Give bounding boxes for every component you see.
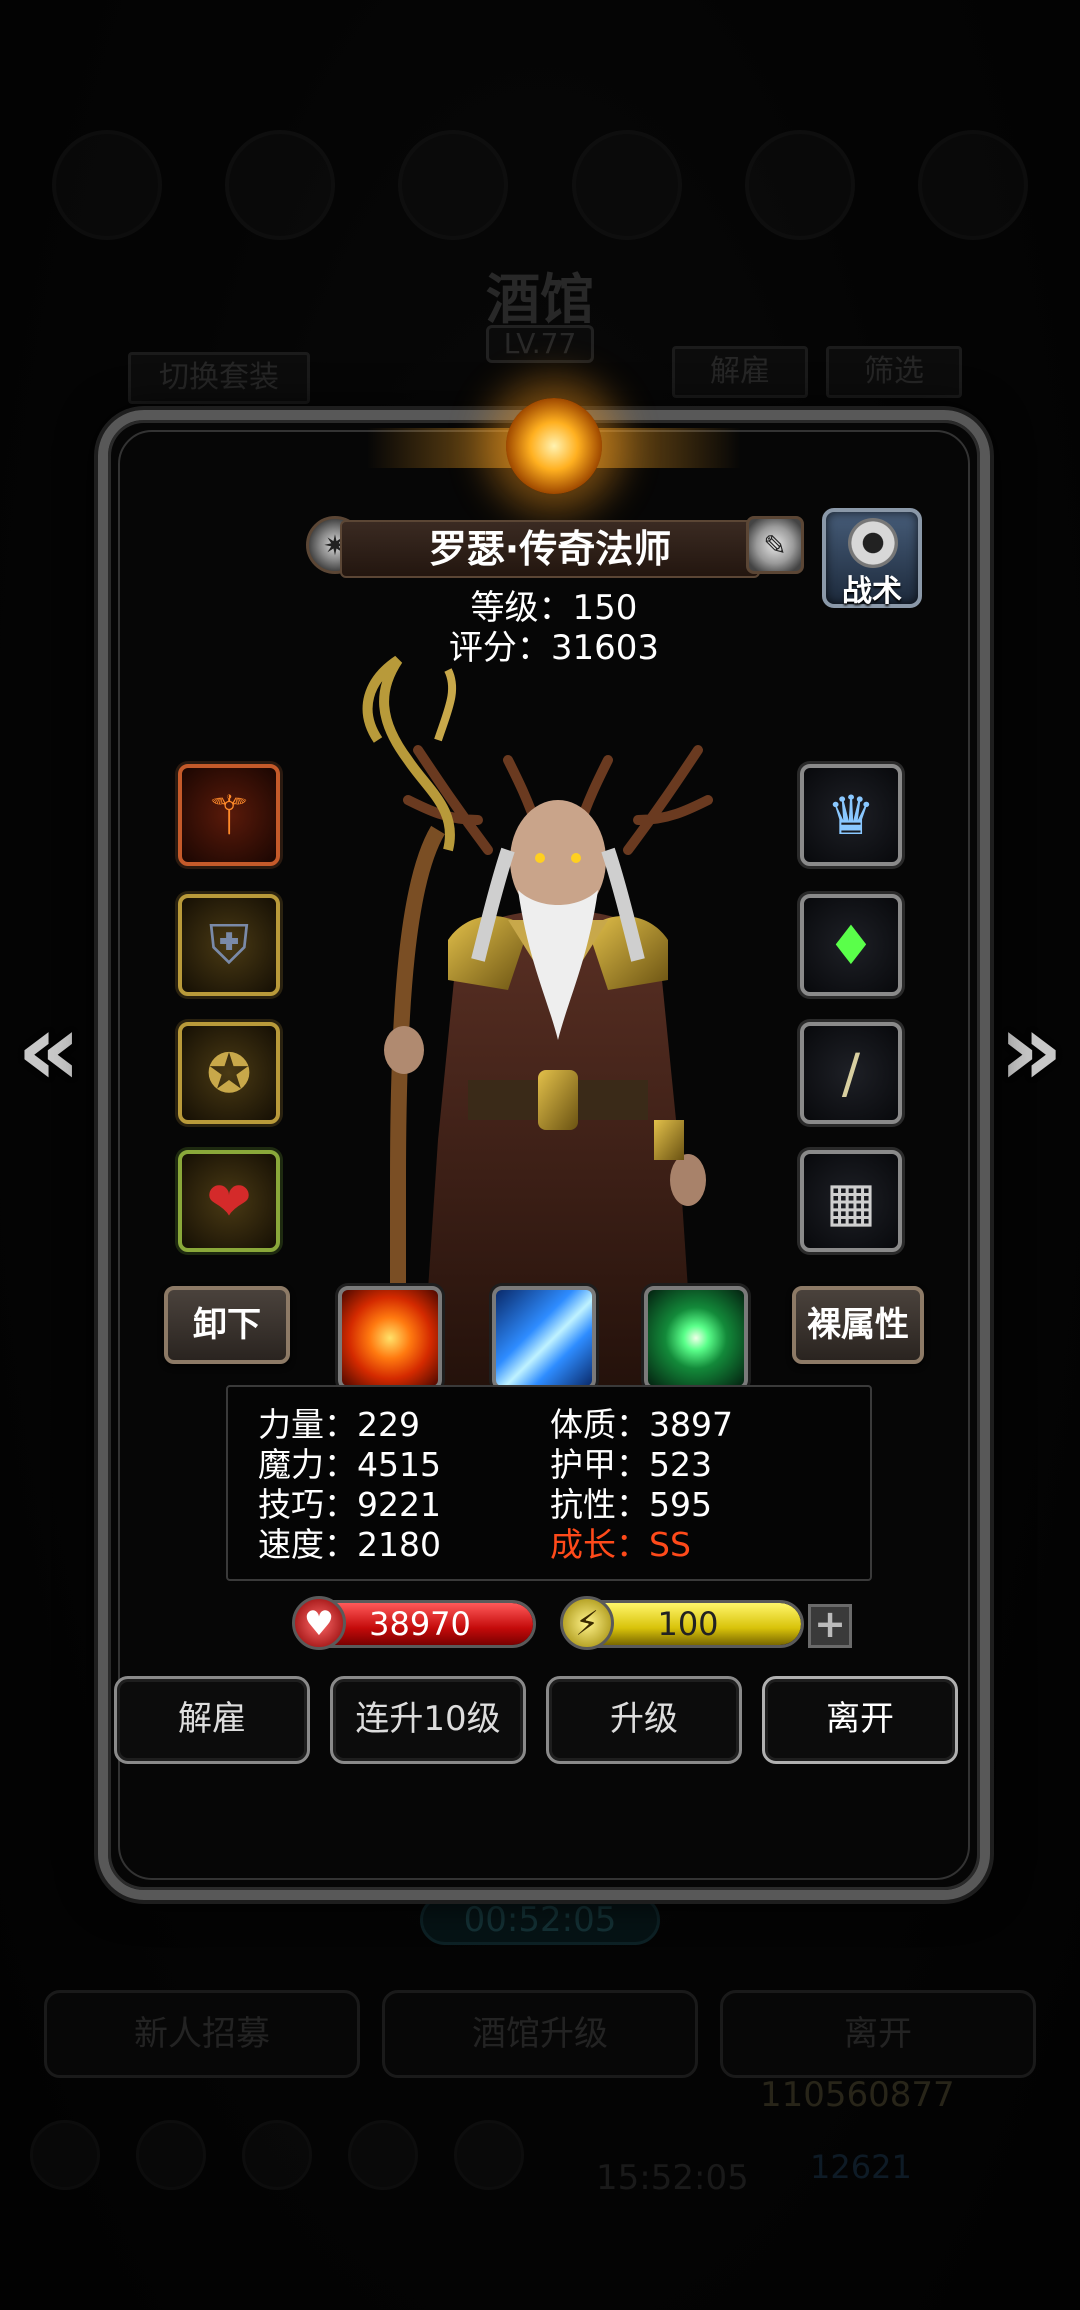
leave-button[interactable]: 离开 xyxy=(762,1676,958,1764)
stat-magic: 魔力：4515 xyxy=(258,1445,441,1484)
stat-constitution: 体质：3897 xyxy=(550,1405,733,1444)
bg-upgrade-tavern-button: 酒馆升级 xyxy=(382,1990,698,2078)
heart-pendant-icon: ❤ xyxy=(206,1169,252,1233)
bg-recruit-button: 新人招募 xyxy=(44,1990,360,2078)
stats-column-right: 体质：3897 护甲：523 抗性：595 成长：SS xyxy=(550,1405,733,1565)
bone-icon: ∕ xyxy=(841,1041,861,1105)
background-top-icons xyxy=(40,130,1040,250)
equip-slot-chainmail[interactable]: ▦ xyxy=(800,1150,902,1252)
equip-slot-bone[interactable]: ∕ xyxy=(800,1022,902,1124)
equip-slot-necklace[interactable]: ❤ xyxy=(178,1150,280,1252)
hero-score: 评分：31603 xyxy=(448,628,660,668)
fire-skill-icon[interactable] xyxy=(338,1286,442,1390)
fire-staff-icon: ⚚ xyxy=(204,783,254,847)
bg-icon xyxy=(348,2120,418,2190)
bg-icon xyxy=(918,130,1029,240)
bg-timer: 00:52:05 xyxy=(420,1895,660,1945)
amulet-icon: ✪ xyxy=(206,1041,252,1105)
bg-icon xyxy=(224,130,335,240)
level-up-10-button[interactable]: 连升10级 xyxy=(330,1676,526,1764)
bg-leave-button: 离开 xyxy=(720,1990,1036,2078)
stat-strength: 力量：229 xyxy=(258,1405,420,1444)
rename-icon[interactable]: ✎ xyxy=(746,516,804,574)
bg-icon xyxy=(242,2120,312,2190)
tavern-level: LV.77 xyxy=(486,325,594,363)
equip-slot-gem[interactable]: ♦ xyxy=(800,894,902,996)
bg-clock: 15:52:05 xyxy=(596,2158,749,2198)
naked-attributes-button[interactable]: 裸属性 xyxy=(792,1286,924,1364)
crest-emblem-icon xyxy=(506,398,602,494)
bg-filter-button: 筛选 xyxy=(826,346,962,398)
equip-slot-amulet[interactable]: ✪ xyxy=(178,1022,280,1124)
bg-icon xyxy=(454,2120,524,2190)
bg-bottom-icons xyxy=(30,2120,524,2190)
stats-panel: 力量：229 魔力：4515 技巧：9221 速度：2180 体质：3897 护… xyxy=(226,1385,872,1581)
stat-resistance: 抗性：595 xyxy=(550,1485,712,1524)
green-crystal-icon: ♦ xyxy=(826,913,876,977)
equip-slot-helm[interactable]: ♛ xyxy=(800,764,902,866)
bg-gem-amount: 12621 xyxy=(810,2148,912,2186)
level-up-button[interactable]: 升级 xyxy=(546,1676,742,1764)
heart-icon: ♥ xyxy=(292,1596,346,1650)
tactics-button[interactable]: 战术 xyxy=(822,508,922,609)
previous-hero-arrow[interactable]: « xyxy=(14,1000,84,1100)
gear-icon xyxy=(848,518,898,568)
add-energy-button[interactable]: + xyxy=(808,1604,852,1648)
bg-gold-amount: 110560877 xyxy=(760,2075,955,2115)
equip-slot-armor[interactable]: ⛨ xyxy=(178,894,280,996)
crown-icon: ♛ xyxy=(826,783,876,847)
bg-icon xyxy=(571,130,682,240)
chainmail-icon: ▦ xyxy=(825,1169,877,1233)
bg-icon xyxy=(30,2120,100,2190)
bg-icon xyxy=(51,130,162,240)
equip-slot-weapon[interactable]: ⚚ xyxy=(178,764,280,866)
ice-skill-icon[interactable] xyxy=(492,1286,596,1390)
bg-icon xyxy=(136,2120,206,2190)
armor-icon: ⛨ xyxy=(208,913,250,976)
dismiss-button[interactable]: 解雇 xyxy=(114,1676,310,1764)
lightning-icon: ⚡ xyxy=(560,1596,614,1650)
hero-detail-dialog: ✷ 罗瑟·传奇法师 ✎ 等级：150 评分：31603 战术 ⚚ ⛨ ✪ ❤ ♛… xyxy=(98,398,990,1900)
stat-armor: 护甲：523 xyxy=(550,1445,712,1484)
stat-skill: 技巧：9221 xyxy=(258,1485,441,1524)
switch-set-button: 切换套装 xyxy=(128,352,310,404)
hero-name: 罗瑟·传奇法师 xyxy=(340,520,760,578)
stat-growth: 成长：SS xyxy=(550,1525,691,1564)
stat-speed: 速度：2180 xyxy=(258,1525,441,1564)
next-hero-arrow[interactable]: » xyxy=(996,1000,1066,1100)
tavern-title: 酒馆 xyxy=(486,267,594,331)
nature-skill-icon[interactable] xyxy=(644,1286,748,1390)
bg-icon xyxy=(398,130,509,240)
tactics-label: 战术 xyxy=(842,574,902,609)
stats-column-left: 力量：229 魔力：4515 技巧：9221 速度：2180 xyxy=(258,1405,441,1565)
unequip-button[interactable]: 卸下 xyxy=(164,1286,290,1364)
bg-dismiss-button: 解雇 xyxy=(672,346,808,398)
bg-icon xyxy=(744,130,855,240)
